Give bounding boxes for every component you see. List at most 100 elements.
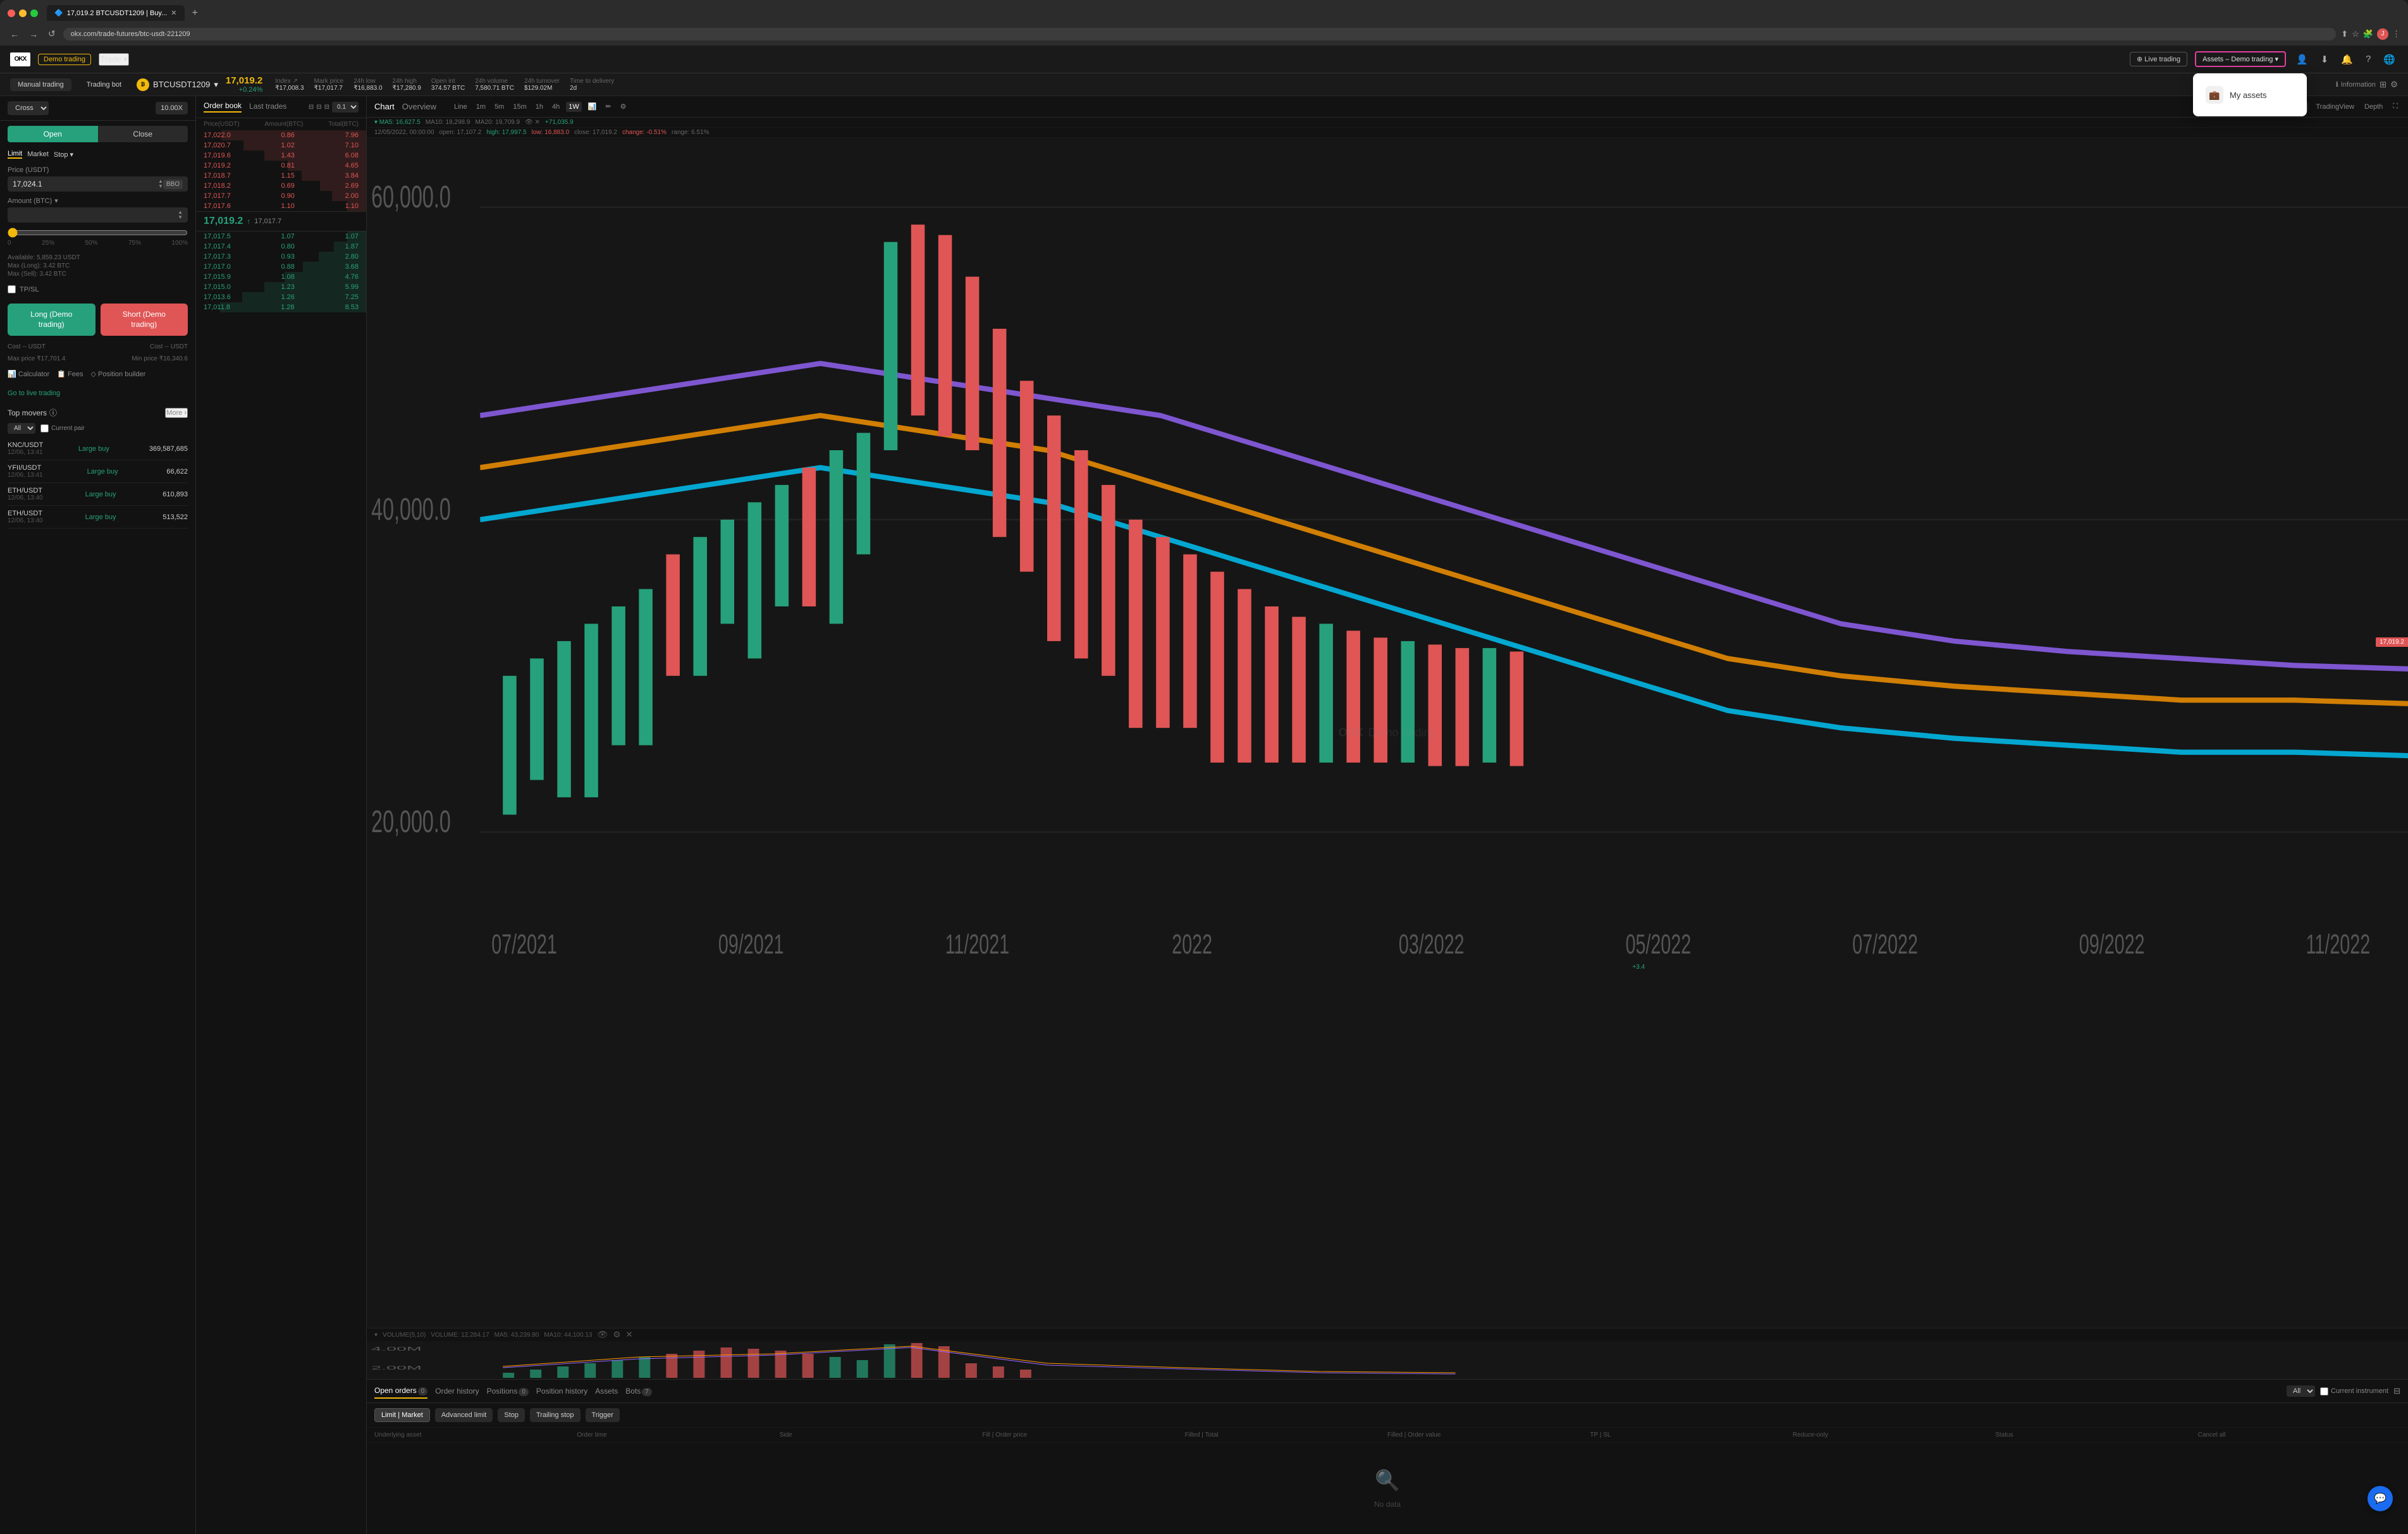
help-icon-btn[interactable]: ? xyxy=(2363,51,2373,67)
draw-btn[interactable]: ✏ xyxy=(603,101,613,112)
pair-selector[interactable]: ₿ BTCUSDT1209 ▾ xyxy=(137,78,218,91)
ob-ask-row[interactable]: 17,022.00.867.96 xyxy=(196,130,366,140)
address-bar-input[interactable] xyxy=(63,28,2337,40)
5m-btn[interactable]: 5m xyxy=(492,102,507,112)
list-item[interactable]: ETH/USDT 12/06, 13:40 Large buy 610,893 xyxy=(8,483,188,506)
line-chart-btn[interactable]: Line xyxy=(452,102,470,112)
settings-btn[interactable]: ⚙ xyxy=(2390,80,2398,90)
tab-close-btn[interactable]: ✕ xyxy=(171,9,176,17)
vol-settings-btn[interactable]: ⚙ xyxy=(613,1330,620,1340)
nav-reload-btn[interactable]: ↺ xyxy=(46,27,58,40)
list-item[interactable]: ETH/USDT 12/06, 13:40 Large buy 513,522 xyxy=(8,506,188,529)
fees-btn[interactable]: 📋 Fees xyxy=(57,370,83,378)
list-item[interactable]: YFII/USDT 12/06, 13:41 Large buy 66,622 xyxy=(8,460,188,483)
amount-decrement-btn[interactable]: ▼ xyxy=(178,215,183,220)
1w-btn[interactable]: 1W xyxy=(566,102,582,112)
minimize-window-btn[interactable] xyxy=(19,9,27,17)
price-input[interactable] xyxy=(13,180,158,188)
short-btn[interactable]: Short (Demo trading) xyxy=(101,304,188,336)
bottom-panel-settings-btn[interactable]: ⊟ xyxy=(2393,1386,2400,1396)
ob-bid-row[interactable]: 17,017.00.883.68 xyxy=(196,262,366,272)
ob-bid-row[interactable]: 17,015.01.235.99 xyxy=(196,282,366,292)
list-item[interactable]: KNC/USDT 12/06, 13:41 Large buy 369,587,… xyxy=(8,438,188,460)
bbo-btn[interactable]: BBO xyxy=(163,180,183,189)
position-builder-btn[interactable]: ◇ Position builder xyxy=(91,370,146,378)
filter-trailing-stop[interactable]: Trailing stop xyxy=(530,1408,580,1422)
demo-trading-badge[interactable]: Demo trading xyxy=(38,54,91,65)
current-pair-checkbox[interactable] xyxy=(40,424,49,433)
bookmark-btn[interactable]: ☆ xyxy=(2352,28,2359,40)
calculator-btn[interactable]: 📊 Calculator xyxy=(8,370,49,378)
menu-btn[interactable]: ⋮ xyxy=(2392,28,2400,40)
ob-bid-row[interactable]: 17,015.91.084.76 xyxy=(196,272,366,282)
market-order-btn[interactable]: Market xyxy=(27,150,49,158)
limit-order-btn[interactable]: Limit xyxy=(8,150,22,159)
mover-filter-select[interactable]: All xyxy=(8,423,35,434)
ob-view-asks-btn[interactable]: ⊟ xyxy=(316,102,321,113)
profile-icon-btn[interactable]: 👤 xyxy=(2294,51,2311,68)
leverage-btn[interactable]: 10.00X xyxy=(156,102,188,114)
amount-input[interactable] xyxy=(13,211,178,219)
ob-tab-orderbook[interactable]: Order book xyxy=(204,101,242,113)
amount-slider[interactable] xyxy=(8,228,188,238)
ob-view-all-btn[interactable]: ⊟ xyxy=(309,102,314,113)
ob-ask-row[interactable]: 17,017.61.101.10 xyxy=(196,201,366,211)
tab-order-history[interactable]: Order history xyxy=(435,1384,479,1398)
extension-btn[interactable]: 🧩 xyxy=(2363,28,2373,40)
cross-select[interactable]: Cross xyxy=(8,101,49,115)
nav-back-btn[interactable]: ← xyxy=(8,28,22,40)
cancel-all-btn[interactable]: Cancel all xyxy=(2198,1432,2400,1439)
filter-trigger[interactable]: Trigger xyxy=(586,1408,620,1422)
maximize-window-btn[interactable] xyxy=(30,9,38,17)
live-trading-btn[interactable]: ⊕ Live trading xyxy=(2130,52,2187,66)
trading-bot-btn[interactable]: Trading bot xyxy=(79,78,129,91)
trading-view-btn[interactable]: TradingView xyxy=(2313,102,2357,112)
open-btn[interactable]: Open xyxy=(8,126,98,142)
vol-close-btn[interactable]: ✕ xyxy=(625,1330,632,1340)
1m-btn[interactable]: 1m xyxy=(474,102,488,112)
ob-ask-row[interactable]: 17,020.71.027.10 xyxy=(196,140,366,150)
notifications-icon-btn[interactable]: 🔔 xyxy=(2338,51,2356,68)
filter-stop[interactable]: Stop xyxy=(498,1408,525,1422)
trade-menu-btn[interactable]: Trade ▾ xyxy=(99,53,129,66)
new-tab-btn[interactable]: + xyxy=(188,6,202,20)
indicator-btn[interactable]: 📊 xyxy=(586,101,599,112)
bottom-all-select[interactable]: All xyxy=(2287,1385,2315,1397)
close-btn[interactable]: Close xyxy=(98,126,188,142)
assets-demo-trading-btn[interactable]: Assets – Demo trading ▾ xyxy=(2195,51,2286,67)
information-btn[interactable]: ℹ Information xyxy=(2336,80,2376,89)
tab-open-orders[interactable]: Open orders0 xyxy=(374,1384,427,1399)
1h-btn[interactable]: 1h xyxy=(533,102,546,112)
ob-bid-row[interactable]: 17,017.40.801.87 xyxy=(196,242,366,252)
nav-forward-btn[interactable]: → xyxy=(27,28,40,40)
browser-tab-active[interactable]: 🔷 17,019.2 BTCUSDT1209 | Buy... ✕ xyxy=(47,5,185,21)
tpsl-checkbox[interactable] xyxy=(8,285,16,293)
ob-bid-row[interactable]: 17,013.61.267.25 xyxy=(196,292,366,302)
settings-chart-btn[interactable]: ⚙ xyxy=(618,101,629,112)
ob-ask-row[interactable]: 17,018.71.153.84 xyxy=(196,171,366,181)
current-instrument-checkbox[interactable] xyxy=(2320,1387,2328,1396)
price-decrement-btn[interactable]: ▼ xyxy=(158,184,163,189)
4h-btn[interactable]: 4h xyxy=(550,102,562,112)
manual-trading-btn[interactable]: Manual trading xyxy=(10,78,71,91)
ob-ask-row[interactable]: 17,019.61.436.08 xyxy=(196,150,366,161)
chat-btn[interactable]: 💬 xyxy=(2368,1486,2393,1511)
download-icon-btn[interactable]: ⬇ xyxy=(2318,51,2331,68)
ob-size-select[interactable]: 0.1 xyxy=(332,102,359,113)
filter-advanced-limit[interactable]: Advanced limit xyxy=(435,1408,493,1422)
language-icon-btn[interactable]: 🌐 xyxy=(2381,51,2398,68)
volume-expand-icon[interactable]: ▾ xyxy=(374,1332,378,1339)
fullscreen-btn[interactable]: ⛶ xyxy=(2390,101,2400,112)
layout-btn[interactable]: ⊞ xyxy=(2380,80,2386,90)
tab-bots[interactable]: Bots7 xyxy=(625,1384,652,1398)
profile-btn[interactable]: J xyxy=(2377,28,2388,40)
my-assets-item[interactable]: 💼 My assets xyxy=(2201,81,2299,109)
movers-more-btn[interactable]: More › xyxy=(165,408,188,418)
ob-bid-row[interactable]: 17,017.51.071.07 xyxy=(196,231,366,242)
tab-positions[interactable]: Positions0 xyxy=(487,1384,529,1398)
long-btn[interactable]: Long (Demo trading) xyxy=(8,304,95,336)
share-btn[interactable]: ⬆ xyxy=(2341,28,2348,40)
tab-assets[interactable]: Assets xyxy=(595,1384,618,1398)
15m-btn[interactable]: 15m xyxy=(510,102,529,112)
go-to-live-trading-link[interactable]: Go to live trading xyxy=(8,390,60,397)
